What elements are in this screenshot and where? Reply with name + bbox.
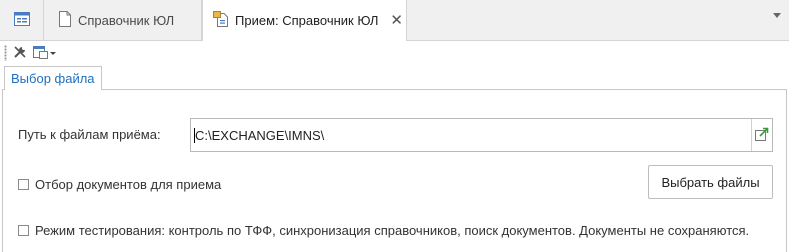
test-mode-label: Режим тестирования: контроль по ТФФ, син… — [35, 223, 750, 238]
browse-icon — [755, 127, 769, 144]
toolbar — [0, 41, 789, 65]
path-input[interactable]: C:\EXCHANGE\IMNS\ — [190, 118, 773, 152]
tab-overflow-chevron-down-icon[interactable] — [773, 13, 781, 18]
path-label: Путь к файлам приёма: — [18, 127, 161, 142]
select-documents-label: Отбор документов для приема — [35, 177, 222, 192]
tools-button[interactable] — [13, 45, 27, 62]
toolbar-grip[interactable] — [4, 45, 7, 61]
path-input-value: C:\EXCHANGE\IMNS\ — [194, 128, 325, 143]
tab-vybor-faila[interactable]: Выбор файла — [4, 66, 102, 90]
form-menu-button[interactable] — [33, 45, 56, 62]
close-icon[interactable]: ✕ — [390, 13, 403, 28]
chevron-down-icon — [50, 51, 56, 55]
document-tab-strip: Справочник ЮЛ Прием: Справочник ЮЛ ✕ — [0, 0, 789, 41]
test-mode-checkbox[interactable] — [18, 225, 29, 236]
tools-icon — [13, 45, 27, 62]
select-documents-checkbox[interactable] — [18, 179, 29, 190]
browse-button[interactable] — [751, 119, 772, 151]
tab-label: Прием: Справочник ЮЛ — [235, 13, 379, 28]
form-menu-icon — [33, 45, 48, 62]
document-icon — [58, 10, 72, 30]
tab-priem-spravochnik-ul[interactable]: Прием: Справочник ЮЛ ✕ — [202, 0, 407, 41]
test-mode-row[interactable]: Режим тестирования: контроль по ТФФ, син… — [18, 223, 749, 238]
tab-home[interactable] — [0, 0, 44, 40]
select-files-button[interactable]: Выбрать файлы — [648, 165, 773, 199]
select-documents-row[interactable]: Отбор документов для приема — [18, 177, 221, 192]
tab-label: Справочник ЮЛ — [78, 12, 175, 28]
home-list-icon — [13, 11, 30, 29]
tab-spravochnik-ul[interactable]: Справочник ЮЛ — [44, 0, 202, 40]
inner-tab-label: Выбор файла — [11, 71, 95, 86]
import-document-icon — [213, 11, 229, 30]
